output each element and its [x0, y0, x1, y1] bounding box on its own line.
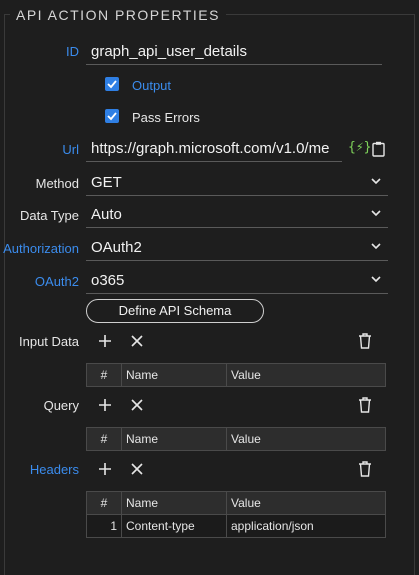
data-type-row: Data Type Auto — [0, 203, 419, 229]
column-header: Name — [121, 363, 227, 387]
add-header-icon[interactable] — [98, 462, 112, 476]
column-header: Name — [121, 491, 227, 515]
column-header: Value — [226, 363, 386, 387]
row-number: 1 — [86, 514, 122, 538]
method-value: GET — [91, 174, 122, 191]
header-name-cell[interactable]: Content-type — [121, 514, 227, 538]
query-label: Query — [43, 398, 79, 413]
oauth2-select[interactable]: o365 — [86, 269, 388, 294]
lightning-icon[interactable]: {⚡} — [348, 140, 371, 155]
oauth2-row: OAuth2 o365 — [0, 269, 419, 295]
query-table: # Name Value — [86, 427, 386, 451]
id-field[interactable]: graph_api_user_details — [86, 40, 382, 65]
data-type-label: Data Type — [19, 208, 79, 223]
data-type-select[interactable]: Auto — [86, 203, 388, 228]
data-type-value: Auto — [91, 206, 122, 223]
id-row: ID graph_api_user_details — [0, 40, 419, 66]
pass-errors-label: Pass Errors — [132, 110, 200, 125]
chevron-down-icon — [370, 175, 384, 189]
input-data-label: Input Data — [19, 334, 79, 349]
pass-errors-checkbox[interactable] — [105, 109, 119, 123]
url-row: Url https://graph.microsoft.com/v1.0/me … — [0, 137, 419, 163]
table-row[interactable]: 1 Content-type application/json — [86, 514, 386, 538]
trash-icon[interactable] — [358, 397, 372, 413]
column-header: # — [86, 427, 122, 451]
column-header: # — [86, 363, 122, 387]
clipboard-icon[interactable] — [372, 141, 385, 157]
section-title: API ACTION PROPERTIES — [10, 7, 226, 23]
output-checkbox[interactable] — [105, 77, 119, 91]
column-header: Value — [226, 427, 386, 451]
table-header-row: # Name Value — [86, 427, 386, 451]
column-header: # — [86, 491, 122, 515]
trash-icon[interactable] — [358, 333, 372, 349]
authorization-row: Authorization OAuth2 — [0, 236, 419, 262]
table-header-row: # Name Value — [86, 363, 386, 387]
remove-query-icon[interactable] — [131, 399, 143, 411]
oauth2-value: o365 — [91, 272, 125, 289]
define-api-schema-button[interactable]: Define API Schema — [86, 299, 264, 323]
authorization-label: Authorization — [3, 241, 79, 256]
trash-icon[interactable] — [358, 461, 372, 477]
table-header-row: # Name Value — [86, 491, 386, 515]
add-input-data-icon[interactable] — [98, 334, 112, 348]
authorization-value: OAuth2 — [91, 239, 142, 256]
remove-header-icon[interactable] — [131, 463, 143, 475]
checkmark-icon — [107, 80, 117, 89]
id-label: ID — [66, 44, 79, 59]
method-label: Method — [35, 176, 79, 191]
checkmark-icon — [107, 112, 117, 121]
remove-input-data-icon[interactable] — [131, 335, 143, 347]
headers-table: # Name Value 1 Content-type application/… — [86, 491, 386, 538]
method-row: Method GET — [0, 171, 419, 197]
column-header: Name — [121, 427, 227, 451]
headers-label: Headers — [29, 462, 79, 477]
input-data-table: # Name Value — [86, 363, 386, 387]
url-field[interactable]: https://graph.microsoft.com/v1.0/me — [86, 137, 342, 162]
header-value-cell[interactable]: application/json — [226, 514, 386, 538]
url-label: Url — [62, 142, 79, 157]
output-label: Output — [132, 78, 172, 93]
id-value: graph_api_user_details — [91, 43, 247, 60]
column-header: Value — [226, 491, 386, 515]
oauth2-label: OAuth2 — [34, 274, 79, 289]
chevron-down-icon — [370, 207, 384, 221]
chevron-down-icon — [370, 240, 384, 254]
add-query-icon[interactable] — [98, 398, 112, 412]
authorization-select[interactable]: OAuth2 — [86, 236, 388, 261]
chevron-down-icon — [370, 273, 384, 287]
method-select[interactable]: GET — [86, 171, 388, 196]
url-value: https://graph.microsoft.com/v1.0/me — [91, 140, 330, 157]
